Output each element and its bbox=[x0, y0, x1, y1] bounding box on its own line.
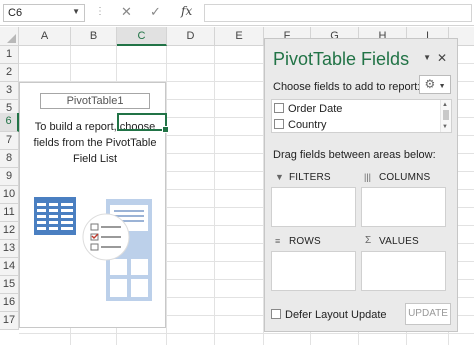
cancel-icon[interactable]: ✕ bbox=[121, 4, 132, 20]
row-header[interactable]: 11 bbox=[0, 204, 19, 222]
scroll-thumb[interactable] bbox=[443, 110, 449, 120]
row-header[interactable]: 16 bbox=[0, 294, 19, 312]
values-label: VALUES bbox=[379, 236, 419, 247]
close-icon[interactable]: ✕ bbox=[437, 51, 447, 65]
checkbox-icon[interactable] bbox=[274, 119, 284, 129]
formula-input[interactable] bbox=[204, 4, 472, 22]
drag-fields-label: Drag fields between areas below: bbox=[273, 149, 436, 161]
row-header[interactable]: 2 bbox=[0, 64, 19, 82]
filters-drop-area[interactable] bbox=[271, 187, 356, 227]
defer-layout-update[interactable]: Defer Layout Update bbox=[271, 309, 387, 321]
name-box[interactable]: C6 ▼ bbox=[3, 4, 85, 22]
grid-divider bbox=[166, 46, 167, 345]
formula-bar: C6 ▼ ⋮ ✕ ✓ fx bbox=[0, 0, 474, 26]
pivot-illustration-icon bbox=[34, 197, 152, 301]
filters-label: FILTERS bbox=[289, 172, 331, 183]
checkbox-icon[interactable] bbox=[271, 309, 281, 319]
column-header-e[interactable]: E bbox=[215, 27, 264, 46]
row-header[interactable]: 8 bbox=[0, 150, 19, 168]
defer-label: Defer Layout Update bbox=[285, 309, 387, 321]
chevron-down-icon[interactable]: ▼ bbox=[72, 7, 80, 16]
row-header[interactable]: 1 bbox=[0, 46, 19, 64]
pivot-fields-panel: PivotTable Fields ▼ ✕ Choose fields to a… bbox=[264, 38, 458, 332]
pivot-instruction-line: Field List bbox=[72, 153, 118, 165]
scroll-down-icon[interactable]: ▼ bbox=[442, 124, 448, 130]
column-header-d[interactable]: D bbox=[167, 27, 215, 46]
columns-icon: ||| bbox=[364, 172, 372, 182]
insert-function-icon[interactable]: fx bbox=[181, 4, 192, 18]
filter-icon: ▼ bbox=[275, 172, 284, 182]
row-header[interactable]: 12 bbox=[0, 222, 19, 240]
row-header[interactable]: 17 bbox=[0, 312, 19, 330]
field-list-scrollbar[interactable]: ▲ ▼ bbox=[440, 100, 451, 132]
update-button[interactable]: UPDATE bbox=[405, 303, 451, 325]
panel-title: PivotTable Fields bbox=[273, 49, 410, 69]
columns-drop-area[interactable] bbox=[361, 187, 446, 227]
column-header-c[interactable]: C bbox=[117, 27, 167, 46]
rows-label: ROWS bbox=[289, 236, 321, 247]
field-label: Order Date bbox=[288, 103, 343, 115]
field-label: Country bbox=[288, 119, 327, 131]
columns-label: COLUMNS bbox=[379, 172, 431, 183]
field-item-order-date[interactable]: Order Date bbox=[274, 103, 342, 117]
row-header[interactable]: 3 bbox=[0, 82, 19, 100]
active-cell-c6[interactable] bbox=[117, 113, 169, 133]
values-drop-area[interactable] bbox=[361, 251, 446, 291]
checkbox-icon[interactable] bbox=[274, 103, 284, 113]
gear-icon[interactable]: ⚙ ▼ bbox=[419, 75, 451, 94]
pivot-table-name: PivotTable1 bbox=[40, 93, 150, 109]
field-item-country[interactable]: Country bbox=[274, 119, 327, 133]
sigma-icon: Σ bbox=[365, 235, 372, 246]
row-header[interactable]: 7 bbox=[0, 132, 19, 150]
pivot-instruction-line: fields from the PivotTable bbox=[33, 137, 157, 149]
rows-icon: ≡ bbox=[275, 236, 281, 246]
row-header[interactable]: 9 bbox=[0, 168, 19, 186]
row-header[interactable]: 15 bbox=[0, 276, 19, 294]
select-all-corner[interactable] bbox=[0, 27, 19, 46]
chevron-down-icon[interactable]: ▼ bbox=[423, 53, 431, 62]
name-box-value: C6 bbox=[8, 7, 23, 19]
column-header-b[interactable]: B bbox=[71, 27, 117, 46]
row-header[interactable]: 14 bbox=[0, 258, 19, 276]
enter-icon[interactable]: ✓ bbox=[150, 4, 161, 20]
scroll-up-icon[interactable]: ▲ bbox=[442, 102, 448, 108]
rows-drop-area[interactable] bbox=[271, 251, 356, 291]
drag-handle-icon[interactable]: ⋮ bbox=[95, 6, 105, 17]
grid-divider bbox=[214, 46, 215, 345]
row-header-selected[interactable]: 6 bbox=[0, 113, 19, 132]
choose-fields-label: Choose fields to add to report: bbox=[273, 81, 421, 93]
field-list: Order Date Country ▲ ▼ bbox=[271, 99, 452, 133]
row-header[interactable]: 13 bbox=[0, 240, 19, 258]
column-header-a[interactable]: A bbox=[19, 27, 71, 46]
row-header[interactable]: 10 bbox=[0, 186, 19, 204]
